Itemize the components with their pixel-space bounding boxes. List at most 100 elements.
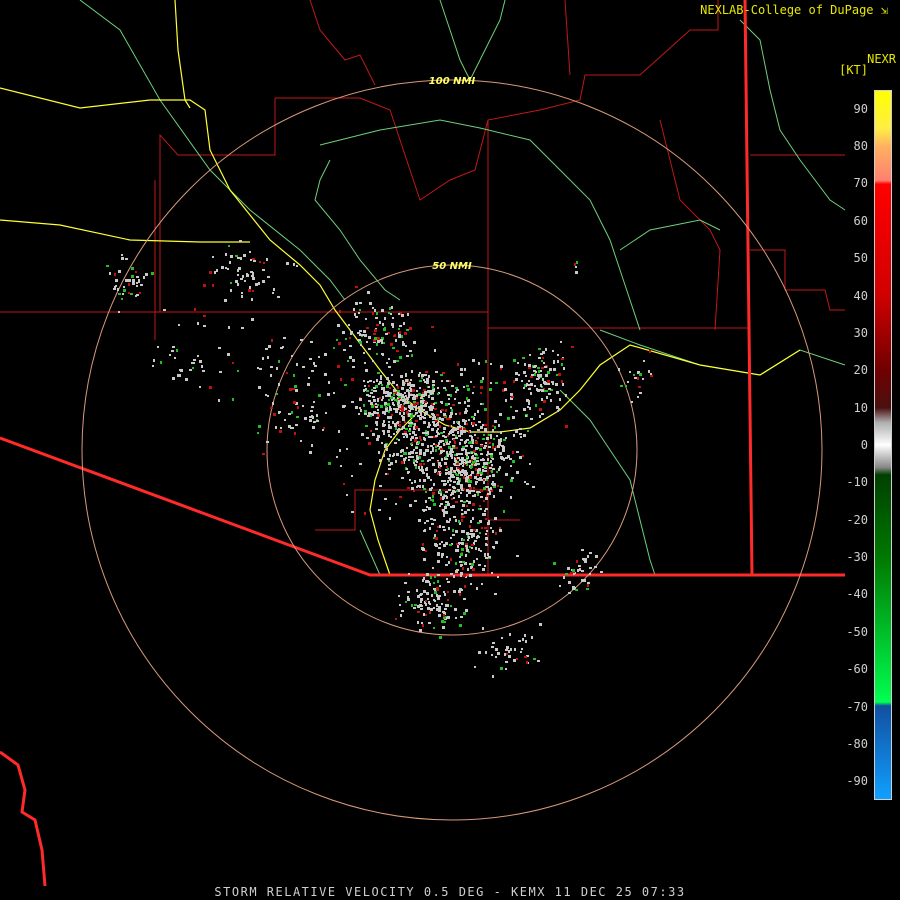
echo-gate xyxy=(434,408,437,410)
echo-gate xyxy=(467,539,469,541)
echo-gate xyxy=(526,661,528,664)
echo-gate xyxy=(487,522,490,525)
echo-gate xyxy=(470,529,473,532)
echo-gate xyxy=(425,580,427,583)
echo-gate xyxy=(584,579,586,582)
echo-gate xyxy=(410,451,413,454)
echo-gate xyxy=(375,428,378,430)
echo-gate xyxy=(638,386,641,388)
echo-gate xyxy=(434,534,436,537)
echo-gate xyxy=(422,543,424,546)
echo-gate xyxy=(484,510,486,512)
echo-gate xyxy=(310,410,313,412)
echo-gate xyxy=(121,254,123,256)
echo-gate xyxy=(114,273,116,276)
echo-gate xyxy=(130,293,133,295)
echo-gate xyxy=(452,474,454,476)
echo-gate xyxy=(199,386,201,388)
echo-gate xyxy=(455,501,458,503)
echo-gate xyxy=(581,579,584,582)
echo-gate xyxy=(354,313,356,316)
echo-gate xyxy=(429,611,431,614)
echo-gate xyxy=(460,368,463,371)
echo-gate xyxy=(650,375,653,377)
echo-gate xyxy=(450,407,452,409)
range-ring-50-label: 50 NMI xyxy=(432,261,472,272)
echo-gate xyxy=(364,362,366,364)
echo-gate xyxy=(469,533,472,535)
echo-gate xyxy=(480,496,483,498)
echo-gate xyxy=(487,458,489,461)
echo-gate xyxy=(446,496,448,499)
echo-gate xyxy=(572,588,575,590)
echo-gate xyxy=(440,465,442,467)
echo-gate xyxy=(508,650,510,653)
echo-gate xyxy=(228,245,230,247)
echo-gate xyxy=(457,461,459,463)
echo-gate xyxy=(432,386,434,389)
echo-gate xyxy=(336,456,338,458)
echo-gate xyxy=(431,457,434,459)
echo-gate xyxy=(495,656,497,658)
echo-gate xyxy=(401,449,404,452)
echo-gate xyxy=(290,427,293,429)
echo-gate xyxy=(123,289,126,292)
echo-gate xyxy=(257,367,259,369)
echo-gate xyxy=(359,341,362,344)
echo-gate xyxy=(358,339,361,341)
echo-gate xyxy=(441,603,443,605)
echo-gate xyxy=(505,437,507,439)
echo-gate xyxy=(396,350,399,352)
echo-gate xyxy=(458,471,460,474)
echo-gate xyxy=(519,428,522,430)
echo-gate xyxy=(435,435,438,437)
echo-gate xyxy=(539,408,542,411)
echo-gate xyxy=(480,508,482,510)
echo-gate xyxy=(499,413,502,416)
echo-gate xyxy=(276,393,278,395)
radar-echoes xyxy=(106,240,653,678)
echo-gate xyxy=(364,334,367,337)
echo-gate xyxy=(388,426,391,429)
echo-gate xyxy=(545,348,547,351)
echo-gate xyxy=(500,667,503,670)
echo-gate xyxy=(393,360,396,363)
echo-gate xyxy=(460,565,462,567)
echo-gate xyxy=(461,460,464,463)
echo-gate xyxy=(499,529,502,532)
echo-gate xyxy=(372,396,375,398)
echo-gate xyxy=(472,517,474,520)
echo-gate xyxy=(424,529,426,532)
echo-gate xyxy=(476,558,478,560)
echo-gate xyxy=(387,382,390,385)
echo-gate xyxy=(422,432,425,434)
echo-gate xyxy=(485,557,488,559)
echo-gate xyxy=(405,408,407,410)
echo-gate xyxy=(413,426,415,429)
echo-gate xyxy=(568,568,570,570)
echo-gate xyxy=(374,309,376,312)
echo-gate xyxy=(453,575,455,578)
echo-gate xyxy=(445,501,448,503)
echo-gate xyxy=(441,409,444,411)
echo-gate xyxy=(498,439,500,441)
echo-gate xyxy=(380,339,383,342)
echo-gate xyxy=(487,493,490,495)
echo-gate xyxy=(448,473,451,475)
echo-gate xyxy=(541,360,543,362)
echo-gate xyxy=(397,408,399,410)
echo-gate xyxy=(235,280,238,283)
echo-gate xyxy=(408,573,410,575)
echo-gate xyxy=(246,273,248,276)
echo-gate xyxy=(517,362,519,364)
echo-gate xyxy=(376,412,379,414)
echo-gate xyxy=(480,474,482,476)
echo-gate xyxy=(562,383,564,386)
echo-gate xyxy=(447,599,449,601)
echo-gate xyxy=(525,640,527,643)
unit-label: [KT] xyxy=(839,63,868,77)
echo-gate xyxy=(419,380,422,382)
echo-gate xyxy=(453,516,456,518)
echo-gate xyxy=(312,426,315,429)
echo-gate xyxy=(414,439,417,442)
